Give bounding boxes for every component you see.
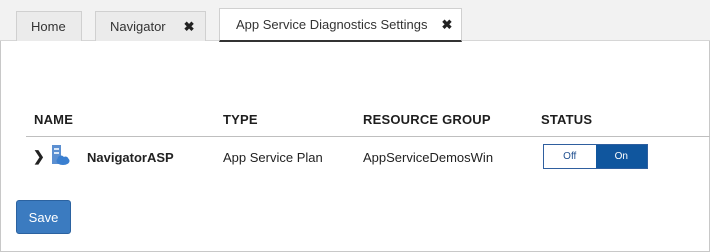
tab-label: Navigator xyxy=(110,19,166,34)
tab-label: Home xyxy=(31,19,66,34)
chevron-right-icon[interactable]: ❯ xyxy=(33,148,45,165)
tab-navigator[interactable]: Navigator ✖ xyxy=(95,11,206,41)
column-header-type[interactable]: TYPE xyxy=(223,112,258,127)
close-icon[interactable]: ✖ xyxy=(184,19,195,35)
status-off-option[interactable]: Off xyxy=(544,145,596,168)
resource-name[interactable]: NavigatorASP xyxy=(87,150,174,165)
column-header-status[interactable]: STATUS xyxy=(541,112,592,127)
header-divider xyxy=(26,136,710,137)
close-icon[interactable]: ✖ xyxy=(441,17,452,33)
column-header-name[interactable]: NAME xyxy=(34,112,73,127)
column-header-resource-group[interactable]: RESOURCE GROUP xyxy=(363,112,491,127)
status-toggle[interactable]: Off On xyxy=(543,144,648,169)
status-on-option[interactable]: On xyxy=(595,145,647,168)
tab-home[interactable]: Home xyxy=(16,11,82,41)
resource-type: App Service Plan xyxy=(223,150,323,165)
tab-label: App Service Diagnostics Settings xyxy=(236,17,428,32)
resource-group: AppServiceDemosWin xyxy=(363,150,494,165)
tab-app-service-diagnostics-settings[interactable]: App Service Diagnostics Settings ✖ xyxy=(219,8,462,42)
app-service-plan-icon xyxy=(52,145,70,165)
save-button[interactable]: Save xyxy=(16,200,71,234)
tab-strip: Home Navigator ✖ App Service Diagnostics… xyxy=(0,0,710,42)
